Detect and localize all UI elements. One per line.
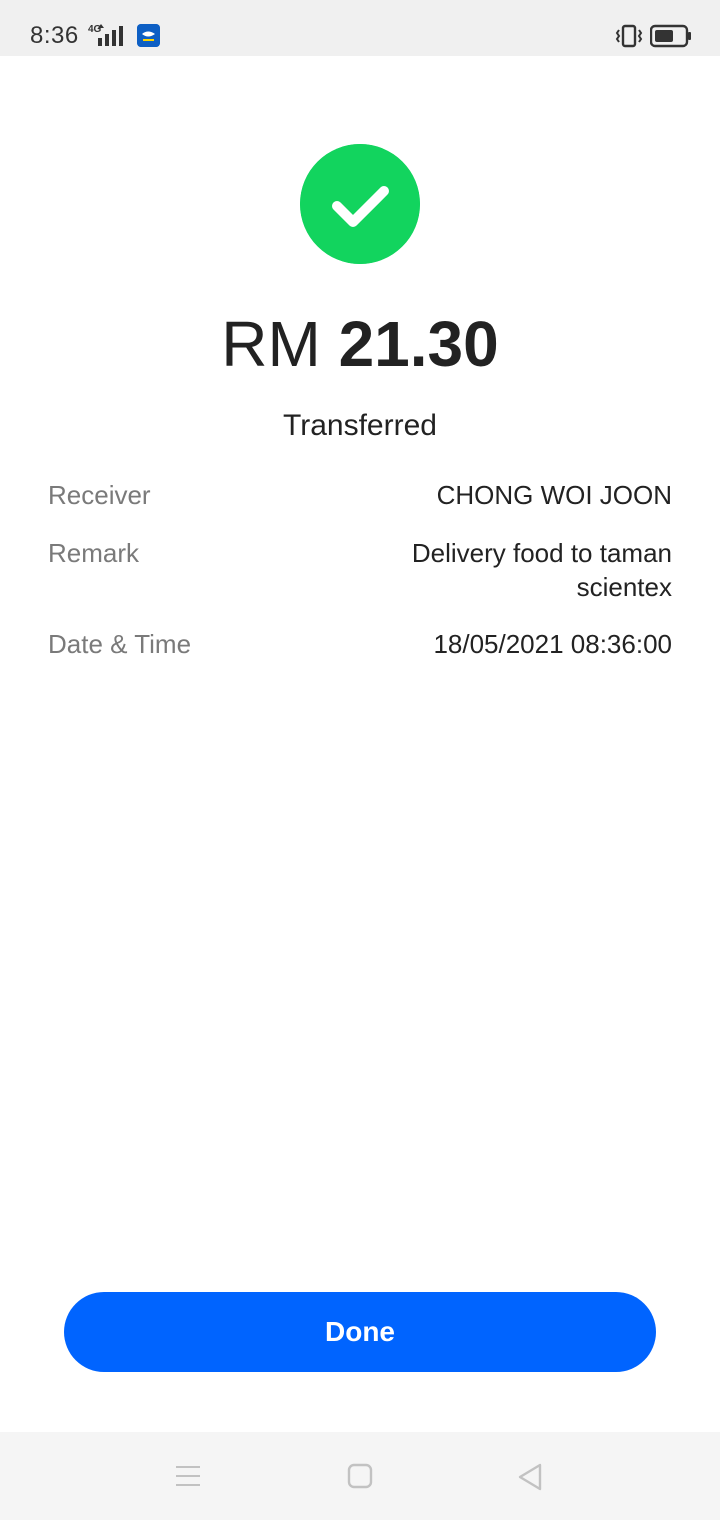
done-button[interactable]: Done [64,1292,656,1372]
transfer-status: Transferred [283,409,437,442]
check-circle-icon [300,144,420,264]
navigation-bar [0,1432,720,1520]
home-icon[interactable] [346,1462,374,1490]
receiver-label: Receiver [48,480,151,510]
receiver-value: CHONG WOI JOON [436,480,672,510]
remark-label: Remark [48,538,140,568]
status-time: 8:36 [30,22,79,49]
vibrate-icon [615,24,643,48]
status-bar: 8:36 4G [0,0,720,56]
remark-value: Delivery food to taman scientex [411,538,672,602]
datetime-label: Date & Time [48,629,192,659]
back-icon[interactable] [516,1462,544,1492]
amount-value: 21.30 [338,308,499,380]
app-badge-icon [137,24,160,47]
detail-row-receiver: Receiver CHONG WOI JOON [48,478,672,512]
battery-icon [650,24,691,48]
datetime-value: 18/05/2021 08:36:00 [433,629,672,659]
detail-row-remark: Remark Delivery food to taman scientex [48,536,672,604]
menu-icon[interactable] [174,1464,202,1488]
detail-row-datetime: Date & Time 18/05/2021 08:36:00 [48,627,672,661]
signal-icon [98,24,123,46]
amount-currency: RM [221,308,321,380]
transfer-amount: RM 21.30 [0,308,720,380]
